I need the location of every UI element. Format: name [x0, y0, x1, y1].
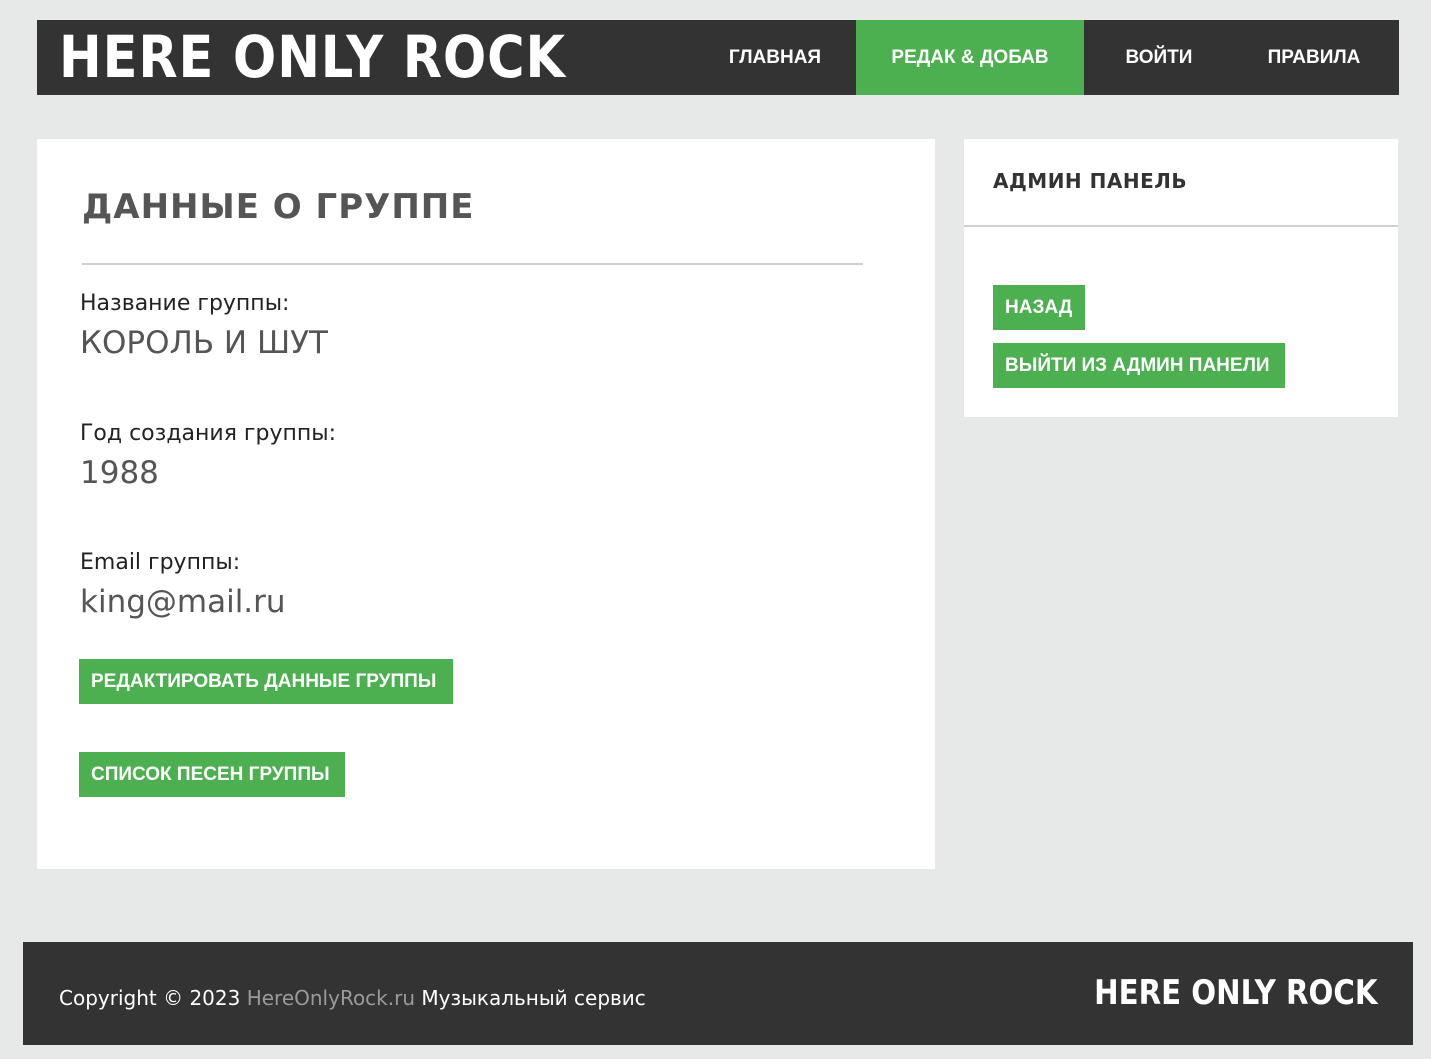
footer-site-link[interactable]: HereOnlyRock.ru [247, 986, 415, 1010]
nav-home[interactable]: ГЛАВНАЯ [695, 20, 855, 95]
exit-admin-button[interactable]: ВЫЙТИ ИЗ АДМИН ПАНЕЛИ [993, 343, 1285, 388]
band-songs-button[interactable]: СПИСОК ПЕСЕН ГРУППЫ [79, 752, 345, 797]
footer-copyright: Copyright © 2023 HereOnlyRock.ru Музыкал… [59, 986, 646, 1010]
band-email-value: king@mail.ru [80, 584, 286, 620]
edit-band-button[interactable]: РЕДАКТИРОВАТЬ ДАННЫЕ ГРУППЫ [79, 659, 453, 704]
admin-panel-divider [964, 225, 1398, 227]
footer-logo[interactable]: HERE ONLY ROCK [1094, 973, 1377, 1013]
band-year-value: 1988 [80, 455, 159, 491]
back-button[interactable]: НАЗАД [993, 285, 1085, 330]
site-header: HERE ONLY ROCK ГЛАВНАЯ РЕДАК & ДОБАВ ВОЙ… [37, 20, 1399, 95]
admin-panel: АДМИН ПАНЕЛЬ НАЗАД ВЫЙТИ ИЗ АДМИН ПАНЕЛИ [964, 139, 1398, 417]
nav-rules[interactable]: ПРАВИЛА [1234, 20, 1394, 95]
band-info-card: ДАННЫЕ О ГРУППЕ Название группы: КОРОЛЬ … [37, 139, 935, 869]
nav-edit-add[interactable]: РЕДАК & ДОБАВ [856, 20, 1084, 95]
nav-login[interactable]: ВОЙТИ [1084, 20, 1234, 95]
band-name-label: Название группы: [80, 291, 290, 316]
page-title: ДАННЫЕ О ГРУППЕ [82, 187, 475, 227]
footer-tagline: Музыкальный сервис [421, 986, 646, 1010]
band-email-label: Email группы: [80, 550, 241, 575]
band-name-value: КОРОЛЬ И ШУТ [80, 325, 328, 361]
admin-panel-title: АДМИН ПАНЕЛЬ [993, 169, 1188, 193]
site-logo[interactable]: HERE ONLY ROCK [59, 22, 566, 93]
title-divider [82, 263, 863, 265]
copyright-text: Copyright © 2023 [59, 986, 241, 1010]
site-footer: Copyright © 2023 HereOnlyRock.ru Музыкал… [23, 942, 1413, 1045]
band-year-label: Год создания группы: [80, 421, 337, 446]
